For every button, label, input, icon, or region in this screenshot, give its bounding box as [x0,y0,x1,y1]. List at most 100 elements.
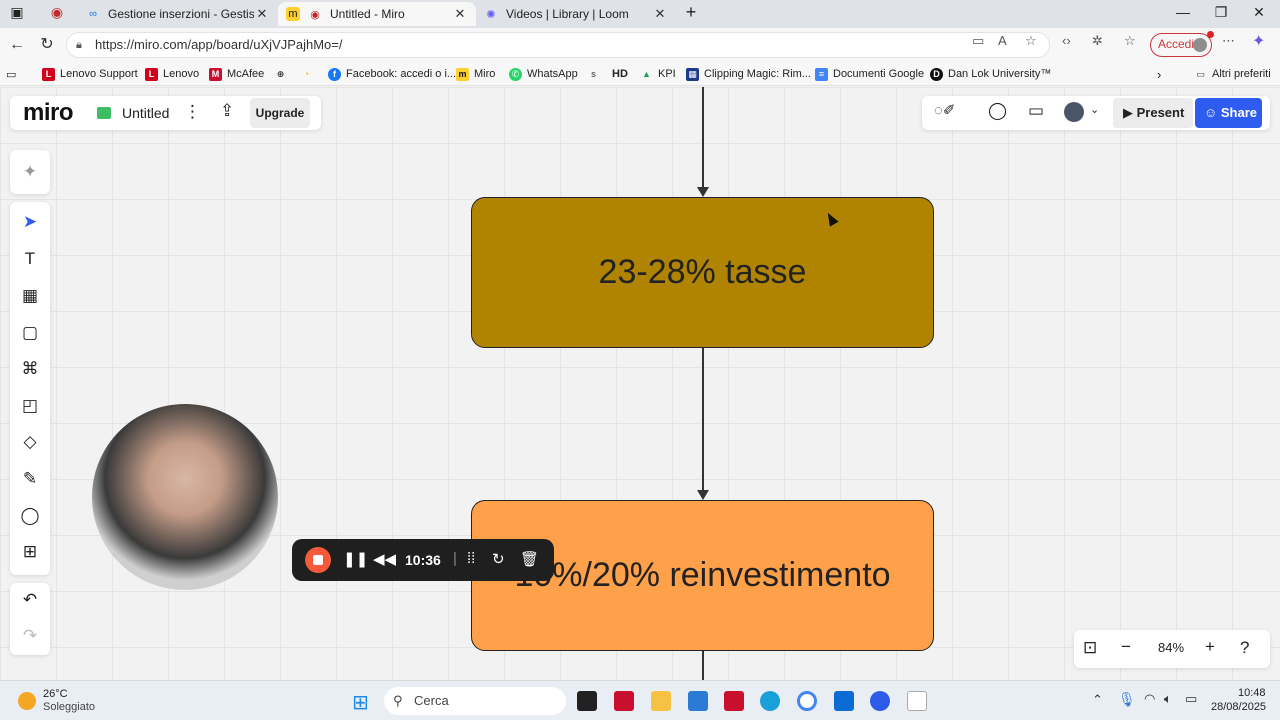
text-tool-icon[interactable]: T [11,244,49,274]
bookmark-kpi[interactable]: ▲ KPI [640,66,676,82]
new-tab-icon[interactable]: + [676,2,706,23]
bookmark-circle[interactable]: ◔ [300,66,318,82]
taskbar-search[interactable]: ⚲ Cerca [384,687,566,715]
close-icon[interactable]: ✕ [254,6,270,22]
pen-icon[interactable]: ✎ [11,464,49,494]
bookmark-facebook[interactable]: f Facebook: accedi o i... [328,66,456,82]
bookmark-documenti-google[interactable]: ≡ Documenti Google [815,66,924,82]
bookmark-hd[interactable]: HD [612,66,628,82]
show-hidden-icons-icon[interactable]: ⌃ [1092,692,1103,708]
refresh-icon[interactable]: ↻ [36,34,58,56]
task-view-icon[interactable] [577,691,597,711]
app-icon[interactable] [834,691,854,711]
copilot-icon[interactable]: ✦ [1252,31,1265,51]
mcafee-app-icon[interactable] [724,691,744,711]
favorites-icon[interactable]: ☆ [1124,33,1136,49]
stop-recording-button[interactable] [305,547,331,573]
notepad-icon[interactable] [907,691,927,711]
templates-icon[interactable]: ▦ [11,281,49,311]
connector-line[interactable] [702,651,704,680]
tab-gestione-inserzioni[interactable]: ∞ Gestione inserzioni - Gestisci inse ✕ [78,2,278,26]
lenovo-app-icon[interactable] [614,691,634,711]
close-icon[interactable]: ✕ [452,6,468,22]
redo-icon[interactable]: ↷ [11,621,49,651]
comments-icon[interactable]: ◯ [988,101,1007,121]
video-call-icon[interactable]: ▭ [1028,101,1044,121]
comment-icon[interactable]: ◯ [11,501,49,531]
pause-icon[interactable]: ❚❚ [343,550,368,568]
delete-icon[interactable]: 🗑︎ [520,550,539,568]
read-aloud-icon[interactable]: A [998,33,1007,48]
camera-icon[interactable]: ▭ [972,33,984,49]
minimize-icon[interactable]: — [1168,4,1198,20]
connector-line[interactable] [702,348,704,491]
zoom-in-icon[interactable]: + [1205,637,1215,657]
clock-date[interactable]: 28/08/2025 [1211,701,1266,713]
bookmark-lenovo-support[interactable]: L Lenovo Support [42,66,138,82]
windows-start-icon[interactable]: ⊞ [352,690,369,715]
board-name[interactable]: Untitled [122,105,169,121]
sticky-note-icon[interactable]: ▢ [11,318,49,348]
store-icon[interactable] [688,691,708,711]
drag-handle-icon[interactable]: ⁞⁞ [467,550,475,567]
connector-line[interactable] [702,87,704,187]
help-icon[interactable]: ? [1240,638,1249,658]
zoom-out-icon[interactable]: − [1121,637,1131,657]
bookmark-miro[interactable]: m Miro [456,66,495,82]
zoom-app-icon[interactable] [870,691,890,711]
miro-logo[interactable]: miro [23,99,74,127]
webcam-bubble[interactable] [92,404,278,590]
more-vertical-icon[interactable]: ⋮ [184,102,201,122]
bookmark-altri-preferiti[interactable]: ▭ Altri preferiti [1194,66,1270,82]
present-button[interactable]: ▶ Present [1113,98,1193,128]
clock-time[interactable]: 10:48 [1238,687,1266,699]
bookmark-whatsapp[interactable]: ✆ WhatsApp [509,66,578,82]
flow-box-tasse[interactable]: 23-28% tasse [471,197,934,348]
add-more-icon[interactable]: ⊞ [11,537,49,567]
extensions-icon[interactable]: ✲ [1092,33,1103,49]
tab-miro[interactable]: m ◉ Untitled - Miro ✕ [278,2,476,26]
chevron-right-icon[interactable]: › [1157,66,1161,82]
edge-icon[interactable] [760,691,780,711]
close-icon[interactable]: ✕ [652,6,668,22]
file-explorer-icon[interactable] [651,691,671,711]
bookmark-clipping-magic[interactable]: ▦ Clipping Magic: Rim... [686,66,811,82]
upgrade-button[interactable]: Upgrade [250,98,310,128]
bookmark-s[interactable]: s [587,66,605,82]
fit-to-screen-icon[interactable]: ⊡ [1083,638,1097,658]
shapes-icon[interactable]: ◰ [11,391,49,421]
chrome-icon[interactable] [797,691,817,711]
bookmark-lenovo[interactable]: L Lenovo [145,66,199,82]
connector-tool-icon[interactable]: ⌘ [11,354,49,384]
chevron-down-icon[interactable]: ⌄ [1090,103,1099,116]
temperature[interactable]: 26°C [43,688,68,700]
reactions-icon[interactable]: ◌✐ [934,101,955,119]
tab-loom[interactable]: ✺ Videos | Library | Loom ✕ [476,2,676,26]
share-button[interactable]: ☺ Share [1195,98,1262,128]
magic-icon[interactable]: ✦ [11,157,49,187]
export-icon[interactable]: ⇪ [220,101,234,121]
avatar[interactable] [1064,102,1084,122]
miro-board-canvas[interactable]: 23-28% tasse 10%/20% reinvestimento miro… [0,87,1280,680]
more-icon[interactable]: ⋯ [1222,33,1235,49]
restore-icon[interactable]: ❐ [1206,4,1236,21]
reading-list-icon[interactable]: ▭ [6,66,16,82]
bookmark-dan-lok[interactable]: D Dan Lok University™ [930,66,1051,82]
shapes-library-icon[interactable]: ◇ [11,427,49,457]
window-close-icon[interactable]: ✕ [1244,4,1274,21]
rewind-icon[interactable]: ◀◀ [373,550,396,568]
weather-label[interactable]: Soleggiato [43,701,95,713]
undo-icon[interactable]: ↶ [11,585,49,615]
accedi-button[interactable]: Accedi [1150,31,1214,57]
bookmark-globe[interactable]: ⊕ [274,66,292,82]
restart-icon[interactable]: ↻ [492,550,505,568]
microphone-icon[interactable]: 🎙︎ [1118,691,1136,708]
tab-actions-icon[interactable]: ▣ [2,4,32,21]
volume-icon[interactable]: 🔈︎ [1164,691,1172,707]
favorite-star-icon[interactable]: ☆ [1025,33,1037,49]
code-extension-icon[interactable]: ‹› [1062,33,1071,48]
back-icon[interactable]: ← [6,34,28,56]
select-tool-icon[interactable]: ➤ [11,207,49,237]
wifi-icon[interactable]: ◠ [1144,691,1155,707]
url-field[interactable]: 🔒︎ https://miro.com/app/board/uXjVJPajhM… [66,32,1050,58]
